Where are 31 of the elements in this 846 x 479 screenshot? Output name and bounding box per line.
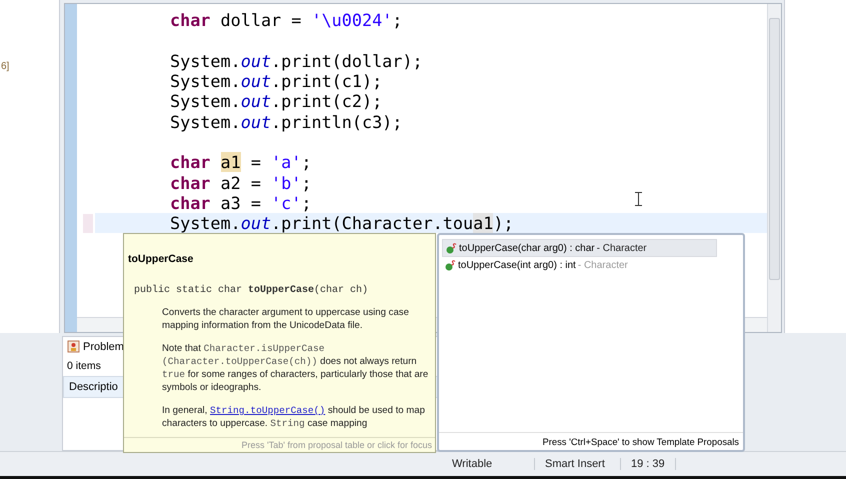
proposal-item[interactable]: toUpperCase(char arg0) : char - Character <box>442 239 717 257</box>
code-line: char a3 = 'c'; <box>170 192 312 213</box>
doc-link[interactable]: String.toUpperCase() <box>210 405 326 416</box>
doc-paragraph: Note that Character.isUpperCase (Character.toUpperCase(ch)) does not always return true for some ranges of characters, particularly those that are symbols or ideographs. <box>162 342 430 394</box>
text-cursor-icon <box>635 192 642 206</box>
code-line: System.out.print(Character.toua1); <box>170 213 514 234</box>
code-line: System.out.print(c1); <box>170 71 382 92</box>
status-field: 19 : 39 <box>621 458 676 470</box>
code-line: System.out.print(dollar); <box>170 50 423 71</box>
doc-paragraph: In general, String.toUpperCase() should be used to map characters to uppercase. String case mapping <box>162 404 426 430</box>
panel-text: 6] <box>0 61 10 72</box>
code-line: char dollar = '\u0024'; <box>170 10 402 30</box>
method-icon <box>446 242 457 254</box>
problems-icon <box>67 340 80 353</box>
code-line: System.out.print(c2); <box>170 91 382 112</box>
method-icon <box>445 260 456 270</box>
doc-paragraph: Converts the character argument to uppercase using case mapping information from the UnicodeData file. <box>162 306 410 332</box>
item-count: 0 items <box>66 359 102 374</box>
status-field: Writable <box>442 458 535 470</box>
method-signature: public static char toUpperCase(char ch) <box>134 285 370 296</box>
problems-tab[interactable]: Problem <box>63 337 128 356</box>
annotation-marker <box>83 214 93 233</box>
code-line: char a1 = 'a'; <box>170 152 312 172</box>
doc-title: toUpperCase <box>128 253 194 265</box>
code-line: System.out.println(c3); <box>170 112 402 132</box>
popup-hint: Press 'Tab' from proposal table or click for focus <box>124 437 435 452</box>
code-line: char a2 = 'b'; <box>170 172 312 193</box>
status-field: Smart Insert <box>535 458 621 470</box>
popup-hint: Press 'Ctrl+Space' to show Template Proposals <box>439 432 743 450</box>
vertical-scrollbar[interactable] <box>767 4 781 332</box>
proposal-item[interactable]: toUpperCase(int arg0) : int - Character <box>442 257 715 273</box>
